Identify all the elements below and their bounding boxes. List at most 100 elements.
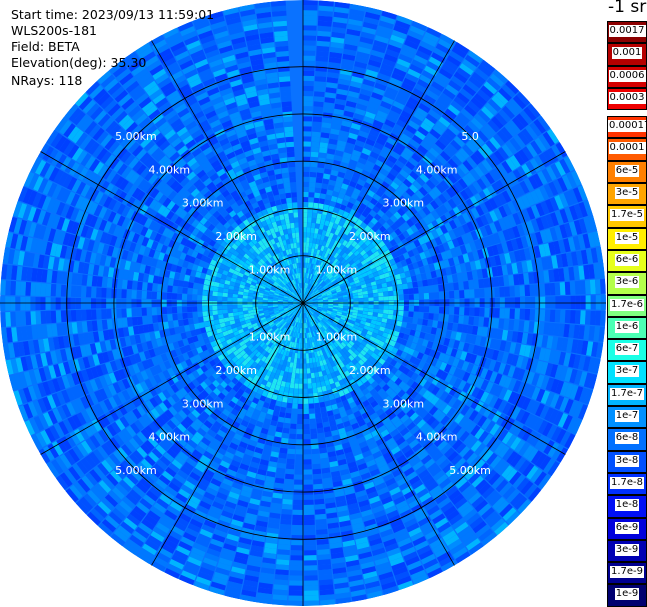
range-gate-cell — [293, 393, 299, 399]
range-gate-cell — [413, 293, 420, 300]
range-gate-cell — [303, 419, 310, 425]
range-gate-cell — [303, 368, 307, 374]
range-gate-cell — [393, 295, 399, 301]
range-gate-cell — [418, 293, 425, 300]
range-gate-cell — [544, 309, 551, 322]
range-gate-cell — [383, 291, 389, 297]
range-gate-cell — [304, 575, 318, 581]
range-gate-cell — [319, 147, 328, 154]
range-gate-cell — [373, 292, 379, 298]
range-gate-cell — [303, 348, 306, 354]
range-gate-cell — [294, 464, 303, 470]
range-gate-cell — [294, 378, 299, 384]
range-gate-cell — [312, 121, 322, 128]
range-gate-cell — [310, 438, 318, 445]
range-gate-cell — [398, 289, 404, 295]
range-gate-cell — [304, 590, 319, 596]
range-gate-cell — [286, 463, 295, 470]
range-gate-cell — [312, 212, 318, 219]
range-gate-cell — [304, 529, 316, 536]
range-gate-cell — [574, 310, 581, 324]
range-gate-cell — [423, 292, 430, 300]
range-gate-cell — [310, 428, 317, 435]
range-gate-cell — [291, 540, 303, 546]
range-gate-cell — [438, 284, 444, 292]
range-gate-cell — [303, 35, 317, 41]
range-gate-cell — [580, 310, 586, 325]
range-gate-cell — [310, 423, 317, 429]
range-gate-cell — [282, 493, 293, 500]
range-gate-cell — [303, 504, 314, 510]
range-gate-cell — [314, 192, 321, 199]
range-gate-cell — [579, 280, 586, 295]
range-gate-cell — [303, 398, 309, 404]
range-gate-cell — [549, 282, 556, 296]
range-gate-cell — [402, 283, 409, 290]
range-gate-cell — [322, 416, 329, 423]
range-gate-cell — [388, 305, 394, 310]
range-gate-cell — [289, 428, 297, 435]
range-gate-cell — [316, 529, 328, 535]
range-gate-cell — [308, 197, 314, 203]
range-gate-cell — [478, 278, 485, 289]
range-gate-cell — [303, 45, 316, 51]
range-gate-cell — [403, 311, 409, 317]
range-gate-cell — [373, 308, 379, 313]
range-gate-cell — [316, 422, 324, 429]
range-gate-cell — [288, 595, 303, 601]
range-gate-cell — [318, 0, 334, 7]
range-gate-cell — [314, 503, 325, 510]
range-gate-cell — [317, 30, 331, 37]
range-gate-cell — [393, 310, 399, 316]
ppi-plot: 1.00km2.00km3.00km4.00km5.00km1.00km2.00… — [0, 0, 606, 606]
range-gate-cell — [303, 464, 312, 470]
range-gate-cell — [294, 383, 299, 389]
range-gate-cell — [284, 478, 294, 485]
range-gate-cell — [296, 429, 303, 435]
range-gate-cell — [306, 237, 310, 243]
range-gate-cell — [304, 560, 317, 566]
range-gate-cell — [289, 580, 303, 586]
range-gate-cell — [304, 550, 317, 556]
range-gate-cell — [309, 176, 316, 183]
range-gate-cell — [468, 280, 475, 289]
range-gate-cell — [283, 422, 291, 429]
range-gate-cell — [289, 575, 303, 581]
range-gate-cell — [315, 71, 327, 77]
range-gate-cell — [303, 40, 316, 46]
range-gate-cell — [303, 151, 311, 157]
range-gate-cell — [303, 196, 309, 203]
range-gate-cell — [286, 458, 295, 465]
range-gate-cell — [585, 295, 591, 310]
range-gate-cell — [398, 294, 404, 300]
range-gate-cell — [478, 317, 485, 327]
range-gate-cell — [585, 310, 591, 325]
range-gate-cell — [303, 141, 311, 147]
range-gate-cell — [291, 530, 303, 536]
range-gate-cell — [313, 197, 320, 204]
range-gate-cell — [282, 427, 290, 434]
range-gate-cell — [296, 424, 303, 430]
range-gate-cell — [317, 427, 324, 434]
range-gate-cell — [288, 590, 303, 596]
range-gate-cell — [368, 304, 374, 309]
range-gate-cell — [402, 316, 409, 323]
range-gate-cell — [295, 454, 303, 460]
range-gate-cell — [363, 307, 369, 312]
range-gate-cell — [484, 288, 490, 298]
range-gate-cell — [272, 599, 288, 606]
range-gate-cell — [306, 227, 311, 233]
range-gate-cell — [303, 136, 312, 142]
range-gate-cell — [315, 513, 327, 520]
range-gate-cell — [388, 309, 394, 315]
range-gate-cell — [312, 458, 321, 465]
range-gate-cell — [407, 317, 414, 324]
range-gate-cell — [303, 106, 313, 112]
range-gate-cell — [397, 284, 403, 290]
range-gate-cell — [427, 319, 434, 327]
range-gate-cell — [303, 449, 312, 455]
range-gate-cell — [519, 285, 526, 297]
range-gate-cell — [303, 338, 306, 344]
range-gate-cell — [306, 242, 310, 248]
range-gate-cell — [540, 296, 546, 309]
